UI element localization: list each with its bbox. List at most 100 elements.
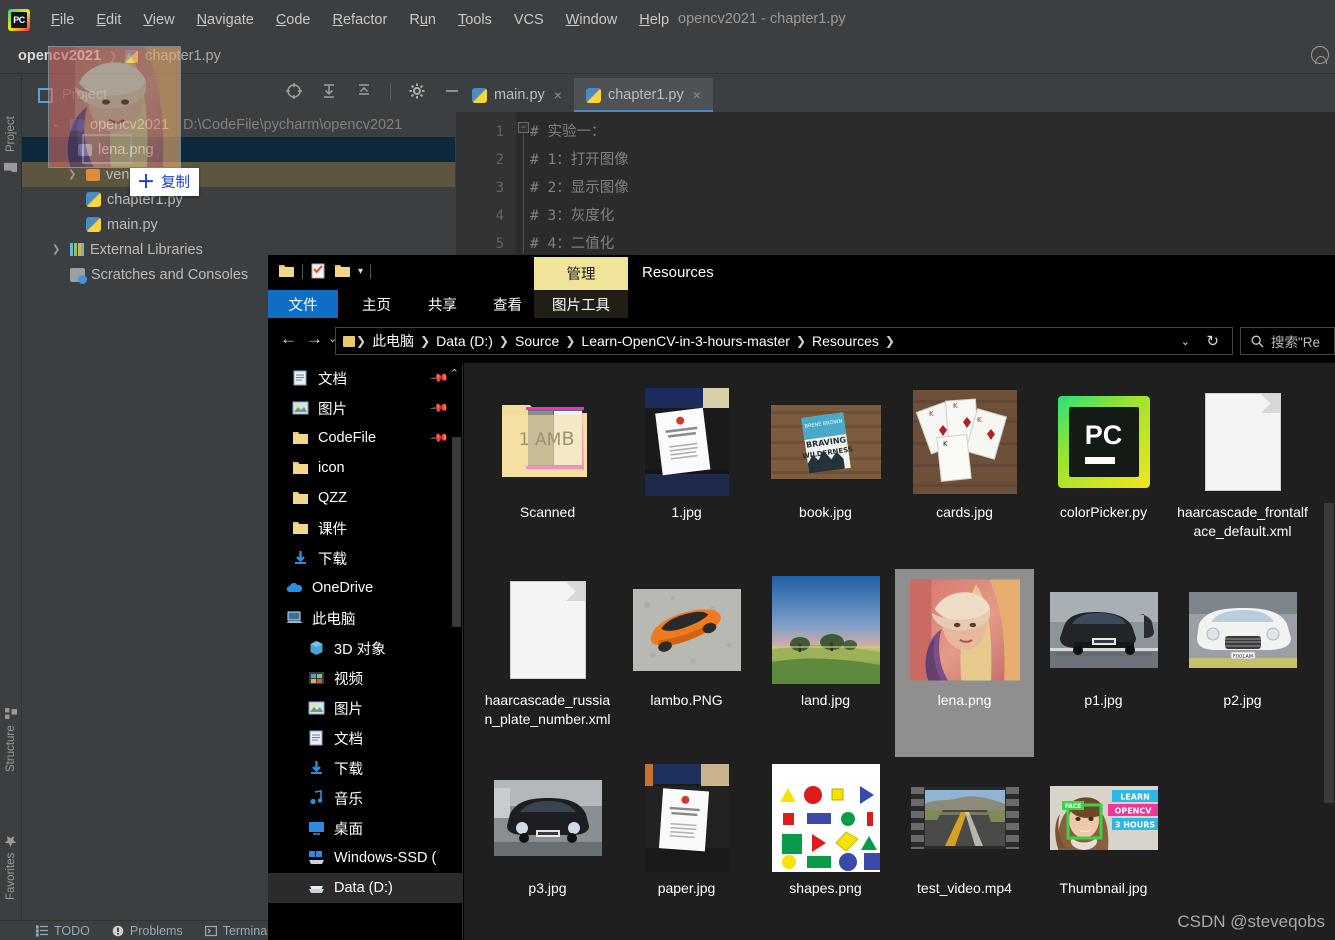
breadcrumb-separator-icon[interactable]: ❯ bbox=[498, 334, 510, 348]
new-folder-icon[interactable] bbox=[334, 263, 351, 279]
menu-edit[interactable]: Edit bbox=[85, 8, 132, 32]
breadcrumb-separator-icon[interactable]: ❯ bbox=[419, 334, 431, 348]
nav-item-documents-quick[interactable]: 文档 📌 bbox=[268, 363, 463, 393]
address-bar[interactable]: ❯ 此电脑 ❯ Data (D:) ❯ Source ❯ Learn-OpenC… bbox=[335, 327, 1233, 355]
collapse-all-icon[interactable] bbox=[355, 82, 373, 100]
file-list-view[interactable]: 1 AM B Scanned bbox=[464, 363, 1335, 940]
file-item-thumbnail[interactable]: FACE LEARN OPENCV 3 HOURS Thumbnail.jpg bbox=[1034, 757, 1173, 940]
nav-item-documents[interactable]: 文档 bbox=[268, 723, 463, 753]
status-todo[interactable]: TODO bbox=[36, 924, 90, 938]
pin-icon[interactable]: 📌 bbox=[429, 398, 449, 418]
forward-button[interactable]: → bbox=[306, 329, 323, 349]
nav-item-icon[interactable]: icon bbox=[268, 453, 463, 483]
ribbon-tab-share[interactable]: 共享 bbox=[414, 290, 471, 318]
tool-tab-project[interactable]: Project bbox=[0, 82, 22, 152]
nav-item-data-d[interactable]: Data (D:) bbox=[268, 873, 463, 903]
properties-icon[interactable] bbox=[310, 263, 327, 279]
nav-item-this-pc[interactable]: 此电脑 bbox=[268, 603, 463, 633]
tree-row-chapter1[interactable]: chapter1.py bbox=[22, 187, 455, 212]
close-icon[interactable]: × bbox=[693, 87, 701, 103]
nav-item-qzz[interactable]: QZZ bbox=[268, 483, 463, 513]
breadcrumb-separator-icon[interactable]: ❯ bbox=[795, 334, 807, 348]
file-item-paper[interactable]: paper.jpg bbox=[617, 757, 756, 940]
breadcrumb-item-source[interactable]: Source bbox=[510, 333, 564, 349]
nav-item-windows-ssd[interactable]: Windows-SSD ( bbox=[268, 843, 463, 873]
expand-all-icon[interactable] bbox=[320, 82, 338, 100]
file-item-haar-plate[interactable]: haarcascade_russian_plate_number.xml bbox=[478, 569, 617, 757]
nav-item-courseware[interactable]: 课件 bbox=[268, 513, 463, 543]
file-item-haar-frontalface[interactable]: haarcascade_frontalface_default.xml bbox=[1173, 381, 1312, 569]
tool-tab-structure[interactable]: Structure bbox=[0, 694, 22, 772]
menu-view[interactable]: View bbox=[132, 8, 185, 32]
nav-item-pictures[interactable]: 图片 bbox=[268, 693, 463, 723]
menu-run[interactable]: Run bbox=[398, 8, 447, 32]
file-item-bookjpg[interactable]: BRENÉ BROWN BRAVING WILDERNESS book.jpg bbox=[756, 381, 895, 569]
contextual-tab-manage[interactable]: 管理 bbox=[534, 257, 628, 290]
file-item-shapes[interactable]: shapes.png bbox=[756, 757, 895, 940]
navigation-pane-scrollbar[interactable] bbox=[452, 437, 461, 627]
chevron-down-icon[interactable]: ▾ bbox=[358, 266, 363, 277]
chevron-right-icon[interactable]: ❯ bbox=[68, 169, 80, 180]
breadcrumb-separator-icon[interactable]: ❯ bbox=[884, 334, 896, 348]
ribbon-tab-picture-tools[interactable]: 图片工具 bbox=[534, 290, 628, 318]
menu-window[interactable]: Window bbox=[555, 8, 629, 32]
breadcrumb-item-learn-opencv[interactable]: Learn-OpenCV-in-3-hours-master bbox=[576, 333, 795, 349]
pin-icon[interactable]: 📌 bbox=[429, 368, 449, 388]
file-item-lena[interactable]: lena.png bbox=[895, 569, 1034, 757]
tool-tab-favorites[interactable]: Favorites bbox=[0, 814, 22, 900]
chevron-down-icon[interactable]: ⌄ bbox=[1181, 335, 1190, 348]
breadcrumb-separator-icon[interactable]: ❯ bbox=[564, 334, 576, 348]
nav-item-downloads-quick[interactable]: 下载 bbox=[268, 543, 463, 573]
settings-gear-icon[interactable] bbox=[408, 82, 426, 100]
back-button[interactable]: ← bbox=[280, 329, 297, 349]
explorer-navigation-pane[interactable]: ⌃ 文档 📌 图片 📌 CodeFile 📌 icon QZZ 课件 下载 On… bbox=[268, 363, 463, 940]
pane-splitter[interactable] bbox=[462, 363, 463, 940]
menu-code[interactable]: Code bbox=[265, 8, 322, 32]
menu-navigate[interactable]: Navigate bbox=[186, 8, 265, 32]
menu-refactor[interactable]: Refactor bbox=[322, 8, 399, 32]
pin-icon[interactable]: 📌 bbox=[429, 428, 449, 448]
status-terminal[interactable]: Terminal bbox=[204, 924, 270, 938]
nav-item-onedrive[interactable]: OneDrive bbox=[268, 573, 463, 603]
file-item-scanned[interactable]: 1 AM B Scanned bbox=[478, 381, 617, 569]
file-item-land[interactable]: land.jpg bbox=[756, 569, 895, 757]
file-list-scrollbar[interactable] bbox=[1324, 503, 1334, 803]
editor-tab-chapter1[interactable]: chapter1.py × bbox=[573, 78, 713, 112]
breadcrumb-item-resources[interactable]: Resources bbox=[807, 333, 884, 349]
file-item-1jpg[interactable]: 1.jpg bbox=[617, 381, 756, 569]
file-item-p3[interactable]: p3.jpg bbox=[478, 757, 617, 940]
nav-item-codefile[interactable]: CodeFile 📌 bbox=[268, 423, 463, 453]
file-item-lambo[interactable]: lambo.PNG bbox=[617, 569, 756, 757]
breadcrumb-item-thispc[interactable]: 此电脑 bbox=[367, 331, 419, 351]
refresh-icon[interactable]: ↻ bbox=[1206, 332, 1219, 350]
breadcrumb-item-data-d[interactable]: Data (D:) bbox=[431, 333, 498, 349]
nav-item-videos[interactable]: 视频 bbox=[268, 663, 463, 693]
account-icon[interactable] bbox=[1311, 46, 1329, 64]
close-icon[interactable]: × bbox=[554, 87, 562, 103]
ribbon-tab-home[interactable]: 主页 bbox=[348, 290, 405, 318]
file-item-p2[interactable]: F001AM p2.jpg bbox=[1173, 569, 1312, 757]
file-item-p1[interactable]: p1.jpg bbox=[1034, 569, 1173, 757]
nav-item-music[interactable]: 音乐 bbox=[268, 783, 463, 813]
menu-file[interactable]: File bbox=[40, 8, 85, 32]
chevron-right-icon[interactable]: ❯ bbox=[52, 244, 64, 255]
nav-item-pictures-quick[interactable]: 图片 📌 bbox=[268, 393, 463, 423]
file-item-colorpicker[interactable]: PC colorPicker.py bbox=[1034, 381, 1173, 569]
ribbon-tab-view[interactable]: 查看 bbox=[479, 290, 536, 318]
editor-tab-main[interactable]: main.py × bbox=[460, 78, 574, 112]
ribbon-tab-file[interactable]: 文件 bbox=[268, 290, 338, 318]
file-item-cardsjpg[interactable]: K K K K cards.jpg bbox=[895, 381, 1034, 569]
hide-panel-icon[interactable] bbox=[443, 82, 461, 100]
menu-vcs[interactable]: VCS bbox=[503, 8, 555, 32]
folder-icon[interactable] bbox=[278, 263, 295, 279]
menu-tools[interactable]: Tools bbox=[447, 8, 503, 32]
locate-icon[interactable] bbox=[285, 82, 303, 100]
file-item-test-video[interactable]: test_video.mp4 bbox=[895, 757, 1034, 940]
tree-row-main[interactable]: main.py bbox=[22, 212, 455, 237]
nav-item-desktop[interactable]: 桌面 bbox=[268, 813, 463, 843]
nav-item-downloads[interactable]: 下载 bbox=[268, 753, 463, 783]
search-input[interactable]: 搜索"Re bbox=[1240, 327, 1335, 355]
nav-item-3d-objects[interactable]: 3D 对象 bbox=[268, 633, 463, 663]
status-problems[interactable]: Problems bbox=[112, 924, 183, 938]
menu-help[interactable]: Help bbox=[628, 8, 680, 32]
